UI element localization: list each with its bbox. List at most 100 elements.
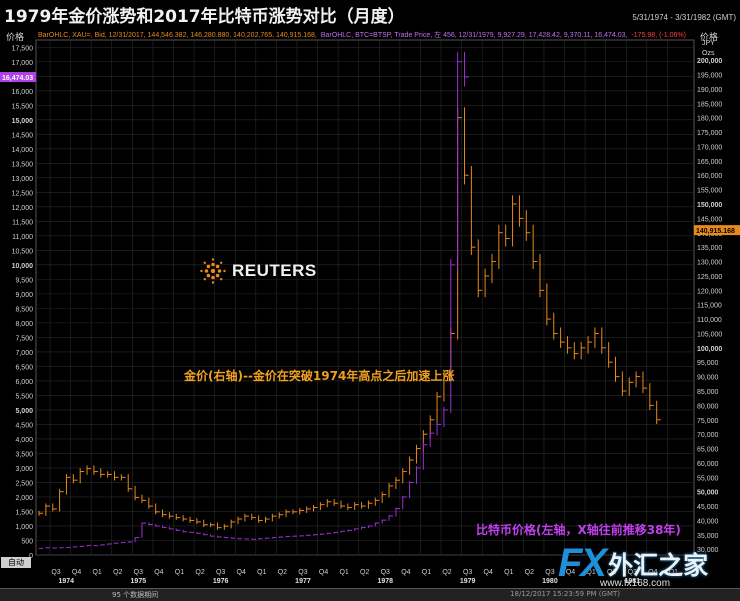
x-quarter-label: Q1 [504, 569, 513, 576]
fx-cn-wordmark: 外汇之家 [608, 550, 709, 580]
left-tick-label: 10,500 [12, 248, 34, 255]
x-quarter-label: Q1 [257, 569, 266, 576]
left-tick-label: 14,500 [12, 132, 34, 139]
x-year-label: 1975 [131, 578, 147, 585]
right-tick-label: 70,000 [697, 432, 719, 439]
left-tick-label: 8,000 [15, 321, 33, 328]
left-tick-label: 4,000 [15, 437, 33, 444]
right-tick-label: 85,000 [697, 389, 719, 396]
left-tick-label: 6,000 [15, 379, 33, 386]
left-tick-label: 9,000 [15, 292, 33, 299]
left-tick-label: 5,500 [15, 393, 33, 400]
left-tick-label: 2,000 [15, 495, 33, 502]
x-quarter-label: Q1 [339, 569, 348, 576]
x-year-label: 1978 [378, 578, 394, 585]
right-tick-label: 155,000 [697, 188, 722, 195]
left-tick-label: 13,000 [12, 176, 34, 183]
x-quarter-label: Q4 [484, 569, 493, 576]
right-tick-label: 60,000 [697, 461, 719, 468]
left-tick-label: 6,500 [15, 364, 33, 371]
right-tick-label: 40,000 [697, 518, 719, 525]
x-quarter-label: Q4 [319, 569, 328, 576]
left-tick-label: 7,000 [15, 350, 33, 357]
right-tick-label: 95,000 [697, 360, 719, 367]
x-quarter-label: Q1 [175, 569, 184, 576]
left-tick-label: 9,500 [15, 277, 33, 284]
right-tick-label: 160,000 [697, 173, 722, 180]
right-tick-label: 170,000 [697, 144, 722, 151]
right-tick-label: 75,000 [697, 418, 719, 425]
right-tick-label: 50,000 [697, 490, 719, 497]
left-tick-label: 4,500 [15, 422, 33, 429]
left-tick-label: 17,500 [12, 45, 34, 52]
x-quarter-label: Q3 [545, 569, 554, 576]
right-tick-label: 120,000 [697, 288, 722, 295]
right-tick-label: 190,000 [697, 87, 722, 94]
left-tick-label: 3,000 [15, 466, 33, 473]
x-quarter-label: Q2 [442, 569, 451, 576]
right-tick-label: 180,000 [697, 116, 722, 123]
x-quarter-label: Q2 [360, 569, 369, 576]
x-quarter-label: Q4 [237, 569, 246, 576]
x-quarter-label: Q4 [154, 569, 163, 576]
right-tick-label: 55,000 [697, 475, 719, 482]
x-year-label: 1974 [59, 578, 75, 585]
left-tick-label: 12,500 [12, 190, 34, 197]
x-quarter-label: Q3 [298, 569, 307, 576]
left-tick-label: 13,500 [12, 161, 34, 168]
left-tick-label: 10,000 [12, 263, 34, 270]
x-year-label: 1980 [542, 578, 558, 585]
left-tick-label: 17,000 [12, 60, 34, 67]
btc-annotation: 比特币价格(左轴，X轴往前推移38年) [476, 523, 681, 537]
x-quarter-label: Q2 [278, 569, 287, 576]
right-tick-label: 100,000 [697, 346, 722, 353]
x-year-label: 1977 [295, 578, 311, 585]
x-quarter-label: Q2 [525, 569, 534, 576]
x-quarter-label: Q3 [463, 569, 472, 576]
right-tick-label: 110,000 [697, 317, 722, 324]
x-quarter-label: Q3 [51, 569, 60, 576]
x-quarter-label: Q3 [134, 569, 143, 576]
x-year-label: 1979 [460, 578, 476, 585]
reuters-logo: REUTERS [200, 258, 317, 284]
left-tick-label: 1,500 [15, 509, 33, 516]
status-bar: 95 个数据期间 18/12/2017 15:23:59 PM (GMT) [0, 588, 740, 601]
left-tick-label: 1,000 [15, 524, 33, 531]
right-tick-label: 65,000 [697, 447, 719, 454]
x-quarter-label: Q2 [113, 569, 122, 576]
right-tick-label: 185,000 [697, 101, 722, 108]
x-quarter-label: Q4 [72, 569, 81, 576]
left-tick-label: 5,000 [15, 408, 33, 415]
left-tick-label: 8,500 [15, 306, 33, 313]
status-periods: 95 个数据期间 [112, 591, 159, 599]
right-tick-label: 150,000 [697, 202, 722, 209]
right-tick-label: 195,000 [697, 73, 722, 80]
left-tick-label: 500 [21, 538, 33, 545]
gold-annotation: 金价(右轴)--金价在突破1974年高点之后加速上涨 [184, 369, 455, 383]
left-tick-label: 16,000 [12, 89, 34, 96]
left-tick-label: 11,500 [12, 219, 33, 226]
plot-frame [35, 39, 695, 556]
auto-scale-button[interactable]: 自动 [1, 557, 31, 568]
reuters-dots-icon [200, 258, 226, 284]
x-quarter-label: Q1 [92, 569, 101, 576]
right-tick-label: 35,000 [697, 533, 719, 540]
chart-window: 1979年金价涨势和2017年比特币涨势对比（月度） 5/31/1974 - 3… [0, 0, 740, 601]
right-tick-label: 165,000 [697, 159, 722, 166]
right-tick-label: 135,000 [697, 245, 722, 252]
left-tick-label: 11,000 [12, 234, 33, 241]
x-year-label: 1976 [213, 578, 229, 585]
left-tick-label: 3,500 [15, 451, 33, 458]
right-tick-label: 45,000 [697, 504, 719, 511]
left-tick-label: 12,000 [12, 205, 34, 212]
btc-last-value: 16,474.03 [2, 75, 33, 82]
right-tick-label: 125,000 [697, 274, 722, 281]
x-quarter-label: Q2 [195, 569, 204, 576]
right-tick-label: 200,000 [697, 58, 722, 65]
right-tick-label: 130,000 [697, 260, 722, 267]
left-tick-label: 15,500 [12, 103, 34, 110]
x-quarter-label: Q1 [422, 569, 431, 576]
reuters-wordmark: REUTERS [232, 261, 317, 280]
x-quarter-label: Q3 [216, 569, 225, 576]
left-tick-label: 15,000 [12, 118, 34, 125]
